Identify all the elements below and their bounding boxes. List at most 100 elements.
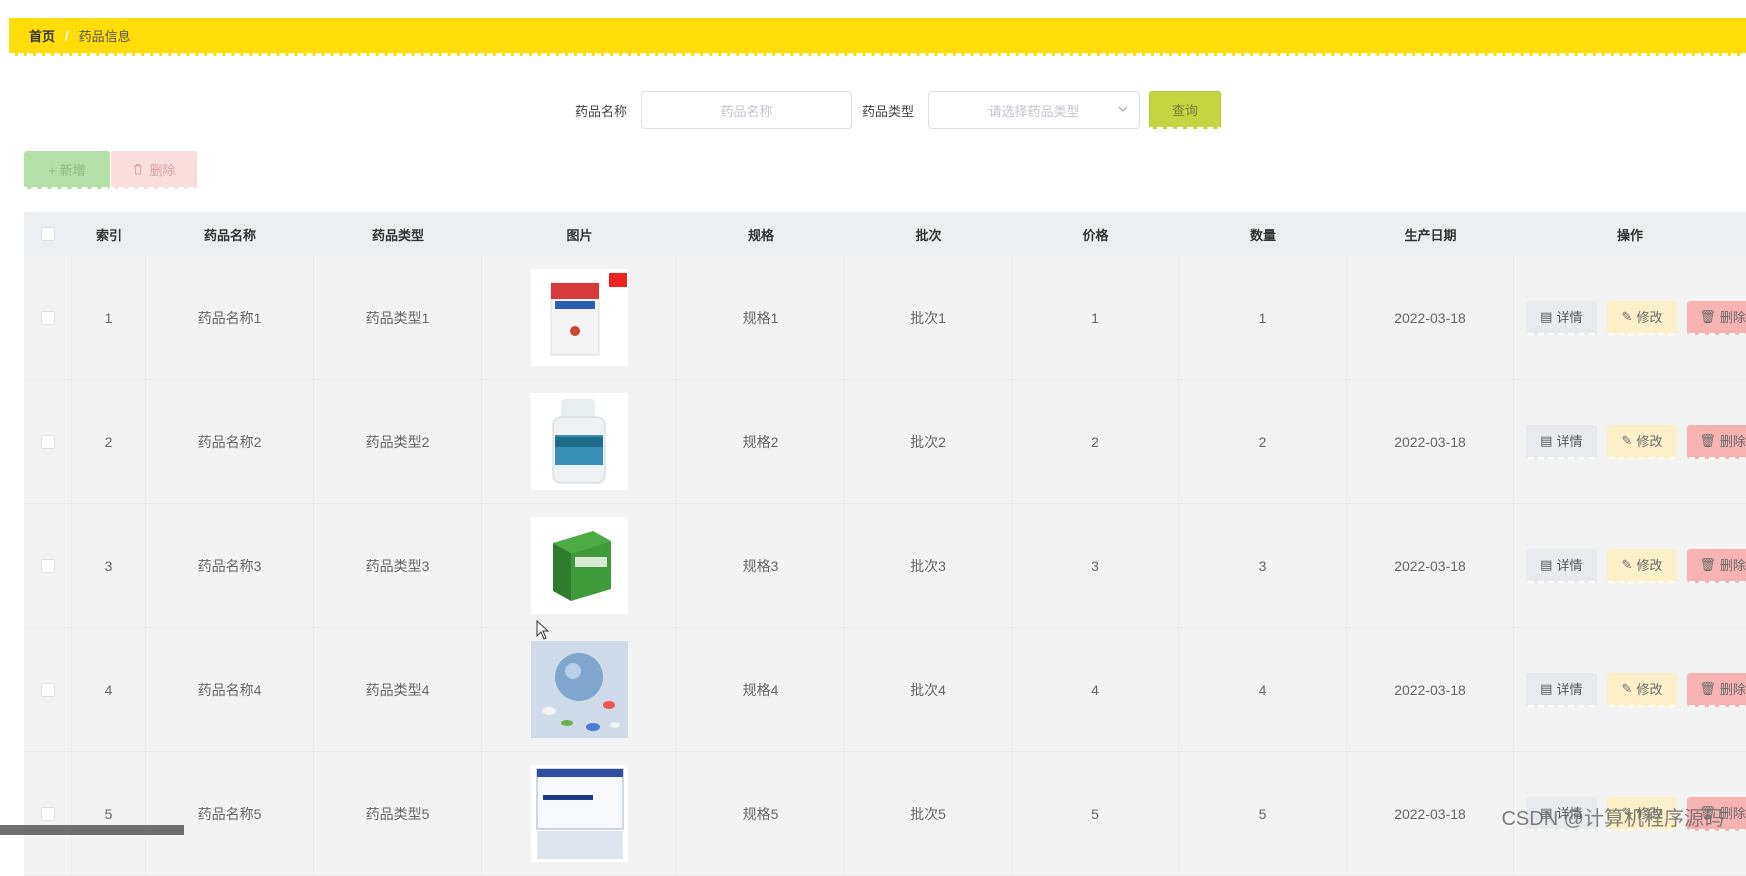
delete-button[interactable]: 🗑 删除 bbox=[1687, 672, 1746, 707]
drug-image[interactable] bbox=[530, 393, 628, 490]
row-checkbox[interactable] bbox=[40, 434, 55, 449]
header-name: 药品名称 bbox=[203, 227, 256, 243]
detail-button[interactable]: ▤ 详情 bbox=[1526, 672, 1597, 707]
cell-batch: 批次3 bbox=[845, 504, 1012, 627]
trash-icon: 🗑 bbox=[1699, 680, 1716, 696]
delete-label: 删除 bbox=[1719, 682, 1746, 697]
delete-button[interactable]: 🗑 删除 bbox=[1687, 548, 1746, 583]
delete-label: 删除 bbox=[1719, 434, 1746, 449]
row-checkbox[interactable] bbox=[40, 310, 55, 325]
cell-index: 4 bbox=[72, 628, 146, 751]
drug-name-input[interactable]: 药品名称 bbox=[641, 91, 852, 129]
drug-table: 索引 药品名称 药品类型 图片 规格 批次 价格 数量 生产日期 操作 1 药品… bbox=[24, 212, 1746, 876]
delete-label: 删除 bbox=[1719, 558, 1746, 573]
trash-icon bbox=[134, 164, 143, 175]
select-all-checkbox[interactable] bbox=[41, 227, 55, 241]
cell-type: 药品类型2 bbox=[314, 380, 482, 503]
edit-label: 修改 bbox=[1636, 558, 1663, 573]
delete-label: 删除 bbox=[1719, 310, 1746, 325]
header-actions: 操作 bbox=[1616, 227, 1643, 243]
cell-date: 2022-03-18 bbox=[1347, 256, 1514, 379]
drug-image[interactable] bbox=[530, 517, 628, 614]
delete-button[interactable]: 🗑 删除 bbox=[1687, 424, 1746, 459]
pencil-icon: ✎ bbox=[1621, 308, 1633, 324]
cell-spec: 规格5 bbox=[677, 752, 845, 875]
edit-button[interactable]: ✎ 修改 bbox=[1606, 548, 1678, 583]
add-button[interactable]: + 新增 bbox=[24, 151, 110, 189]
detail-label: 详情 bbox=[1556, 682, 1583, 697]
header-image: 图片 bbox=[566, 227, 593, 243]
cell-quantity: 5 bbox=[1179, 752, 1347, 875]
document-icon: ▤ bbox=[1540, 432, 1553, 448]
cell-index: 2 bbox=[72, 380, 146, 503]
table-header: 索引 药品名称 药品类型 图片 规格 批次 价格 数量 生产日期 操作 bbox=[24, 212, 1746, 256]
query-button[interactable]: 查询 bbox=[1149, 91, 1221, 129]
cell-name: 药品名称5 bbox=[146, 752, 314, 875]
breadcrumb-home-link[interactable]: 首页 bbox=[29, 26, 55, 45]
chevron-down-icon bbox=[1118, 106, 1128, 112]
detail-button[interactable]: ▤ 详情 bbox=[1526, 424, 1597, 459]
cell-spec: 规格1 bbox=[677, 256, 845, 379]
breadcrumb: 首页 / 药品信息 bbox=[9, 18, 1746, 56]
cell-price: 5 bbox=[1012, 752, 1179, 875]
cell-quantity: 2 bbox=[1179, 380, 1347, 503]
horizontal-scrollbar[interactable] bbox=[0, 825, 184, 835]
document-icon: ▤ bbox=[1540, 308, 1553, 324]
cell-index: 1 bbox=[72, 256, 146, 379]
table-row: 1 药品名称1 药品类型1 规格1 批次1 1 1 2022-03-18 ▤ 详情… bbox=[24, 256, 1746, 380]
breadcrumb-current: 药品信息 bbox=[78, 29, 131, 44]
cell-name: 药品名称2 bbox=[146, 380, 314, 503]
row-checkbox[interactable] bbox=[40, 558, 55, 573]
detail-label: 详情 bbox=[1556, 434, 1583, 449]
detail-button[interactable]: ▤ 详情 bbox=[1526, 548, 1597, 583]
drug-image[interactable] bbox=[530, 269, 628, 366]
header-batch: 批次 bbox=[915, 227, 942, 243]
table-row: 5 药品名称5 药品类型5 规格5 批次5 5 5 2022-03-18 ▤ 详情… bbox=[24, 752, 1746, 876]
cell-date: 2022-03-18 bbox=[1347, 752, 1514, 875]
cell-batch: 批次2 bbox=[845, 380, 1012, 503]
edit-label: 修改 bbox=[1636, 434, 1663, 449]
document-icon: ▤ bbox=[1540, 680, 1553, 696]
table-row: 4 药品名称4 药品类型4 规格4 批次4 4 4 2022-03-18 ▤ 详情… bbox=[24, 628, 1746, 752]
detail-label: 详情 bbox=[1556, 310, 1583, 325]
batch-delete-button[interactable]: 删除 bbox=[111, 151, 197, 189]
header-price: 价格 bbox=[1082, 227, 1109, 243]
table-row: 2 药品名称2 药品类型2 规格2 批次2 2 2 2022-03-18 ▤ 详情… bbox=[24, 380, 1746, 504]
table-row: 3 药品名称3 药品类型3 规格3 批次3 3 3 2022-03-18 ▤ 详情… bbox=[24, 504, 1746, 628]
cell-name: 药品名称4 bbox=[146, 628, 314, 751]
drug-type-select[interactable]: 请选择药品类型 bbox=[928, 91, 1140, 129]
cell-type: 药品类型4 bbox=[314, 628, 482, 751]
row-checkbox[interactable] bbox=[40, 682, 55, 697]
delete-button[interactable]: 🗑 删除 bbox=[1687, 300, 1746, 335]
detail-button[interactable]: ▤ 详情 bbox=[1526, 300, 1597, 335]
document-icon: ▤ bbox=[1540, 556, 1553, 572]
cell-date: 2022-03-18 bbox=[1347, 504, 1514, 627]
edit-button[interactable]: ✎ 修改 bbox=[1606, 672, 1678, 707]
edit-button[interactable]: ✎ 修改 bbox=[1606, 424, 1678, 459]
cell-quantity: 4 bbox=[1179, 628, 1347, 751]
drug-name-label: 药品名称 bbox=[575, 104, 628, 119]
pencil-icon: ✎ bbox=[1621, 556, 1633, 572]
row-checkbox[interactable] bbox=[40, 806, 55, 821]
edit-label: 修改 bbox=[1636, 682, 1663, 697]
drug-image[interactable] bbox=[530, 641, 628, 738]
header-index: 索引 bbox=[95, 227, 122, 243]
cell-price: 3 bbox=[1012, 504, 1179, 627]
header-type: 药品类型 bbox=[371, 227, 424, 243]
cell-price: 2 bbox=[1012, 380, 1179, 503]
cell-price: 4 bbox=[1012, 628, 1179, 751]
mouse-cursor-icon bbox=[536, 620, 550, 640]
cell-batch: 批次1 bbox=[845, 256, 1012, 379]
cell-date: 2022-03-18 bbox=[1347, 380, 1514, 503]
cell-spec: 规格3 bbox=[677, 504, 845, 627]
cell-date: 2022-03-18 bbox=[1347, 628, 1514, 751]
cell-type: 药品类型1 bbox=[314, 256, 482, 379]
cell-type: 药品类型5 bbox=[314, 752, 482, 875]
cell-quantity: 1 bbox=[1179, 256, 1347, 379]
drug-image[interactable] bbox=[530, 765, 628, 862]
watermark: CSDN @计算机程序源码 bbox=[1501, 808, 1724, 830]
cell-spec: 规格2 bbox=[677, 380, 845, 503]
cell-quantity: 3 bbox=[1179, 504, 1347, 627]
cell-name: 药品名称1 bbox=[146, 256, 314, 379]
edit-button[interactable]: ✎ 修改 bbox=[1606, 300, 1678, 335]
